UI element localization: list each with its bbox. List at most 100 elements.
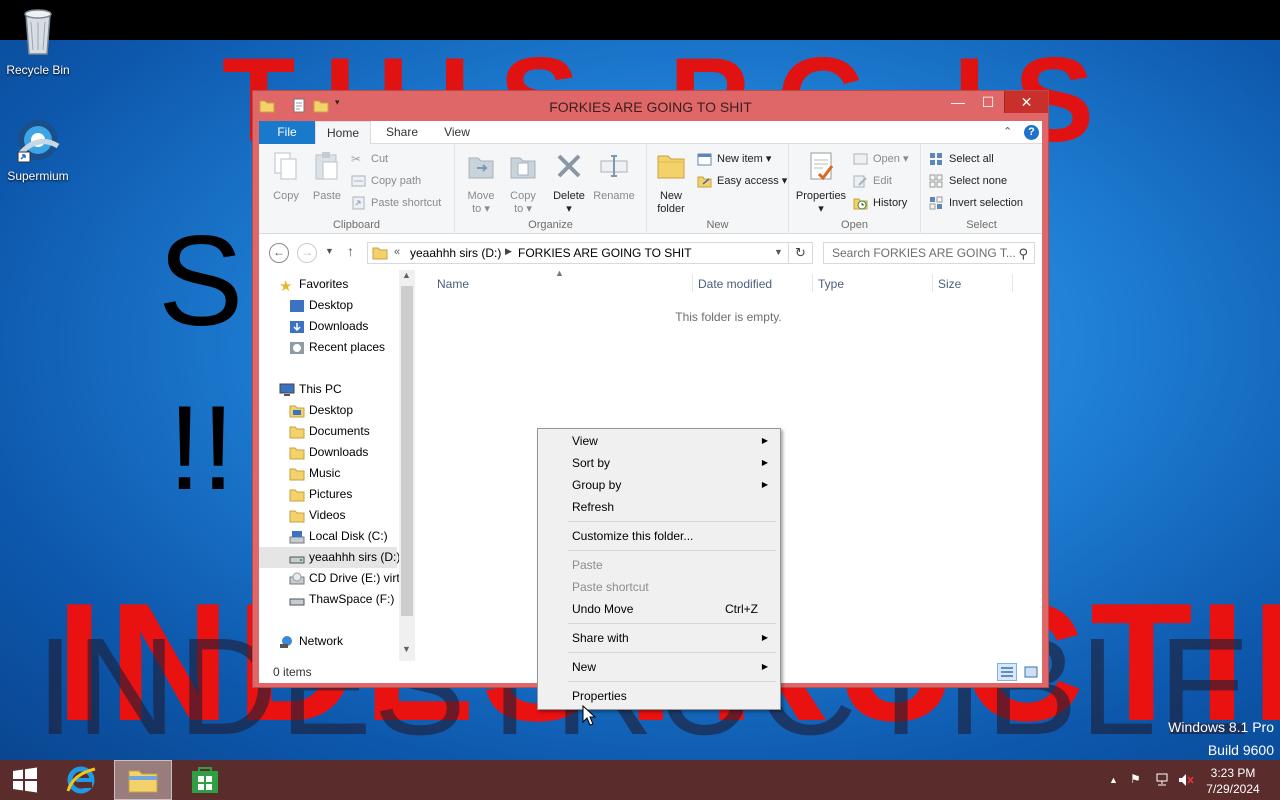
scrollbar-thumb[interactable] xyxy=(401,286,413,616)
history-button[interactable]: History xyxy=(853,194,907,212)
nav-item-downloads[interactable]: Downloads xyxy=(259,442,368,463)
properties-label: Properties xyxy=(795,190,847,202)
star-icon: ★ xyxy=(279,278,293,295)
new-folder-label: New xyxy=(659,190,682,202)
address-overflow-chevrons[interactable]: « xyxy=(394,246,400,258)
clock[interactable]: 3:23 PM 7/29/2024 xyxy=(1202,765,1264,797)
edit-button[interactable]: Edit xyxy=(853,172,892,190)
select-none-button[interactable]: Select none xyxy=(929,172,1007,190)
taskbar-file-explorer[interactable] xyxy=(114,760,172,800)
address-dropdown-icon[interactable]: ▼ xyxy=(774,247,783,257)
back-button[interactable]: ← xyxy=(269,243,289,263)
large-icons-view-button[interactable] xyxy=(1021,663,1041,681)
nav-item-favorites-downloads[interactable]: Downloads xyxy=(259,316,368,337)
action-center-flag-icon[interactable]: ⚑ xyxy=(1130,772,1141,786)
nav-item-thawspace-f[interactable]: ThawSpace (F:) xyxy=(259,589,394,610)
scroll-down-icon[interactable]: ▼ xyxy=(402,644,411,654)
nav-item-pictures[interactable]: Pictures xyxy=(259,484,352,505)
column-divider[interactable] xyxy=(692,274,693,292)
volume-muted-icon[interactable] xyxy=(1178,773,1194,787)
invert-selection-button[interactable]: Invert selection xyxy=(929,194,1023,212)
nav-item-cd-drive-e[interactable]: CD Drive (E:) virti xyxy=(259,568,402,589)
breadcrumb-drive[interactable]: yeaahhh sirs (D:) xyxy=(410,246,501,260)
tab-file[interactable]: File xyxy=(259,121,315,144)
menu-item-group-by[interactable]: Group by ▶ xyxy=(540,474,778,496)
taskbar-store[interactable] xyxy=(176,760,234,800)
search-input[interactable]: Search FORKIES ARE GOING T... ⚲ xyxy=(823,242,1035,264)
menu-item-refresh[interactable]: Refresh xyxy=(540,496,778,518)
copy-to-button[interactable]: Copy to ▾ xyxy=(505,150,541,216)
column-header-size[interactable]: Size xyxy=(938,277,961,291)
title-bar[interactable]: ▾ FORKIES ARE GOING TO SHIT — ☐ ✕ xyxy=(253,91,1048,121)
menu-item-undo-move[interactable]: Undo Move Ctrl+Z xyxy=(540,598,778,620)
cut-button[interactable]: ✂ Cut xyxy=(351,150,388,168)
new-item-button[interactable]: New item ▾ xyxy=(697,150,771,168)
menu-item-sort-by[interactable]: Sort by ▶ xyxy=(540,452,778,474)
menu-item-view[interactable]: View ▶ xyxy=(540,430,778,452)
move-to-button[interactable]: Move to ▾ xyxy=(463,150,499,216)
nav-item-desktop[interactable]: Desktop xyxy=(259,400,353,421)
nav-item-this-pc[interactable]: This PC xyxy=(259,379,342,400)
column-header-date-modified[interactable]: Date modified xyxy=(698,277,772,291)
search-icon: ⚲ xyxy=(1018,246,1028,261)
column-divider[interactable] xyxy=(1012,274,1013,292)
close-button[interactable]: ✕ xyxy=(1004,91,1048,113)
scissors-icon: ✂ xyxy=(351,152,362,166)
breadcrumb-folder[interactable]: FORKIES ARE GOING TO SHIT xyxy=(518,246,692,260)
tab-share[interactable]: Share xyxy=(375,121,429,144)
nav-item-music[interactable]: Music xyxy=(259,463,340,484)
copy-button[interactable]: Copy xyxy=(269,150,303,203)
up-arrow-icon[interactable]: ↑ xyxy=(347,243,354,259)
show-hidden-icons-icon[interactable]: ▲ xyxy=(1109,775,1118,785)
nav-item-network[interactable]: Network xyxy=(259,631,343,652)
tab-view[interactable]: View xyxy=(431,121,483,144)
scroll-up-icon[interactable]: ▲ xyxy=(402,270,411,280)
menu-item-paste-shortcut[interactable]: Paste shortcut xyxy=(540,576,778,598)
menu-item-customize-folder[interactable]: Customize this folder... xyxy=(540,525,778,547)
desktop-icon-recycle-bin[interactable]: Recycle Bin xyxy=(0,6,76,77)
help-icon[interactable]: ? xyxy=(1024,125,1039,140)
select-all-button[interactable]: Select all xyxy=(929,150,994,168)
new-folder-button[interactable]: New folder xyxy=(651,150,691,216)
paste-button[interactable]: Paste xyxy=(309,150,345,203)
menu-item-share-with[interactable]: Share with ▶ xyxy=(540,627,778,649)
nav-item-videos[interactable]: Videos xyxy=(259,505,345,526)
paste-shortcut-button[interactable]: Paste shortcut xyxy=(351,194,441,212)
nav-item-recent-places[interactable]: Recent places xyxy=(259,337,385,358)
forward-button[interactable]: → xyxy=(297,243,317,263)
nav-pane-scrollbar[interactable]: ▲ ▼ xyxy=(399,270,415,661)
start-button[interactable] xyxy=(0,760,50,800)
column-header-type[interactable]: Type xyxy=(818,277,844,291)
properties-button[interactable]: Properties ▾ xyxy=(793,150,849,216)
maximize-button[interactable]: ☐ xyxy=(973,91,1003,113)
minimize-ribbon-icon[interactable]: ⌃ xyxy=(1003,125,1012,138)
easy-access-button[interactable]: Easy access ▾ xyxy=(697,172,787,190)
taskbar-internet-explorer[interactable] xyxy=(52,760,110,800)
nav-item-favorites[interactable]: ★ Favorites xyxy=(259,274,348,295)
desktop-icon-supermium[interactable]: Supermium xyxy=(0,116,76,183)
tab-home[interactable]: Home xyxy=(315,121,371,145)
folder-icon xyxy=(289,405,305,418)
address-bar-row: ← → ▼ ↑ « yeaahhh sirs (D:) ▶ FORKIES AR… xyxy=(259,234,1042,270)
nav-item-local-disk-c[interactable]: Local Disk (C:) xyxy=(259,526,388,547)
menu-item-properties[interactable]: Properties xyxy=(540,685,778,707)
minimize-button[interactable]: — xyxy=(943,91,973,113)
details-view-button[interactable] xyxy=(997,663,1017,681)
nav-item-drive-d[interactable]: yeaahhh sirs (D:) xyxy=(259,547,400,568)
open-button[interactable]: Open ▾ xyxy=(853,150,909,168)
rename-button[interactable]: Rename xyxy=(591,150,637,203)
copy-path-button[interactable]: Copy path xyxy=(351,172,421,190)
delete-button[interactable]: Delete ▾ xyxy=(549,150,589,216)
nav-item-favorites-desktop[interactable]: Desktop xyxy=(259,295,353,316)
menu-item-paste[interactable]: Paste xyxy=(540,554,778,576)
nav-item-documents[interactable]: Documents xyxy=(259,421,370,442)
breadcrumb-separator-icon[interactable]: ▶ xyxy=(505,246,512,257)
column-header-name[interactable]: Name xyxy=(437,277,469,291)
address-bar[interactable]: « yeaahhh sirs (D:) ▶ FORKIES ARE GOING … xyxy=(367,242,789,264)
column-divider[interactable] xyxy=(812,274,813,292)
column-divider[interactable] xyxy=(932,274,933,292)
network-icon[interactable] xyxy=(1154,773,1170,787)
refresh-button[interactable]: ↻ xyxy=(789,242,813,264)
menu-item-new[interactable]: New ▶ xyxy=(540,656,778,678)
recent-locations-icon[interactable]: ▼ xyxy=(325,246,334,256)
